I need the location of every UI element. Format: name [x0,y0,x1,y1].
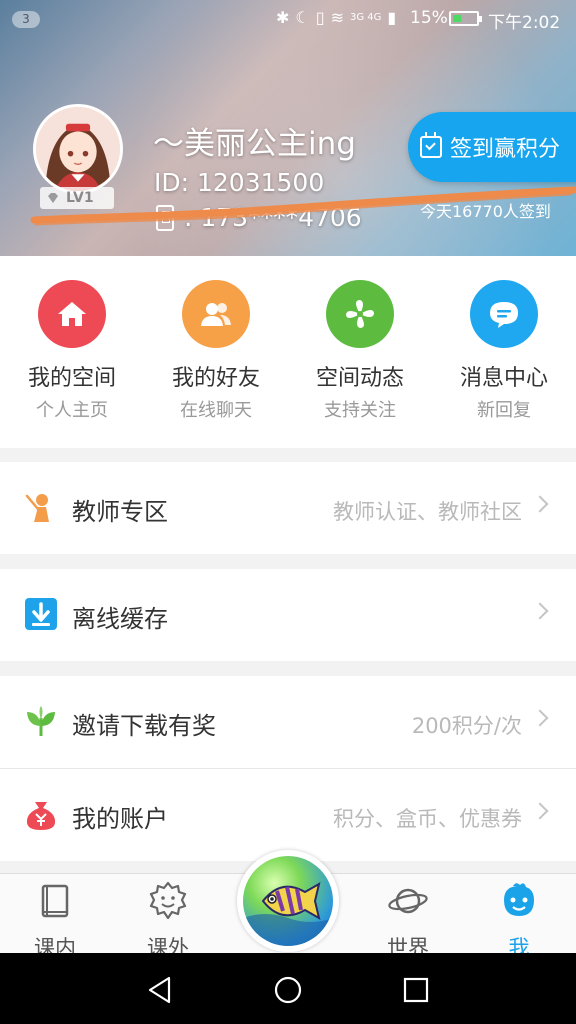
row-label: 邀请下载有奖 [72,712,216,740]
quick-action-title: 消息中心 [459,366,548,391]
phone-number: : 173****4706 [184,203,362,232]
level-badge: LV1 [40,187,114,209]
avatar-image [36,107,120,191]
calendar-check-icon [420,132,442,158]
tab-label: 我 [508,936,530,953]
row-label: 我的账户 [72,805,168,833]
book-icon [41,884,69,918]
notification-count-badge: 3 [12,11,40,28]
signin-count: 今天16770人签到 [420,202,551,221]
money-bag-icon [26,802,56,830]
quick-action-subtitle: 新回复 [477,400,531,421]
battery-icon [449,11,482,26]
row-offline-cache[interactable]: 离线缓存 [0,569,576,661]
status-time: 下午2:02 [488,13,561,33]
fish-globe-icon [243,856,333,946]
quick-action-subtitle: 支持关注 [324,400,396,421]
row-hint: 200积分/次 [411,714,522,738]
phone-icon [156,204,174,231]
signal-icon: ▮ [387,8,397,27]
quick-action-my-space[interactable]: 我的空间 个人主页 [0,280,144,422]
tab-label: 课外 [147,936,189,953]
leaf-sprout-icon [27,706,55,736]
vibrate-icon: ▯ [315,8,325,27]
quick-action-message-center[interactable]: 消息中心 新回复 [432,280,576,422]
tab-in-class[interactable]: 课内 [0,880,110,953]
row-label: 教师专区 [72,498,168,526]
chat-bubble-icon [470,280,538,348]
wifi-icon: ≋ [330,8,344,27]
battery-percent: 15% [410,8,448,28]
home-circle-icon[interactable] [273,975,303,1005]
back-triangle-icon[interactable] [145,975,175,1005]
diamond-icon [48,193,58,203]
friends-icon [182,280,250,348]
chevron-right-icon [531,802,549,820]
chevron-right-icon [531,495,549,513]
home-icon [38,280,106,348]
tab-world[interactable]: 世界 [353,880,463,953]
quick-action-title: 我的好友 [171,366,260,391]
status-bar: 3 ✱ ☾ ▯ ≋ 3G 4G ▮ 15% 下午2:02 [0,0,576,38]
chevron-right-icon [531,602,549,620]
quick-action-subtitle: 个人主页 [36,400,108,421]
fish-icon [243,881,333,946]
quick-action-title: 我的空间 [27,366,116,391]
row-label: 离线缓存 [72,605,168,633]
center-fish-button[interactable] [237,850,339,952]
user-id: ID: 12031500 [154,168,325,197]
row-hint: 教师认证、教师社区 [333,500,522,524]
quick-action-subtitle: 在线聊天 [180,400,252,421]
level-label: LV1 [66,190,94,206]
profile-header: 3 ✱ ☾ ▯ ≋ 3G 4G ▮ 15% 下午2:02 LV1 ～美丽公主in… [0,0,576,256]
row-my-account[interactable]: 我的账户 积分、盒币、优惠券 [0,769,576,861]
pinwheel-icon [326,280,394,348]
status-icons: ✱ ☾ ▯ ≋ 3G 4G ▮ [276,8,396,27]
system-nav-bar [0,953,576,1024]
quick-actions: 我的空间 个人主页 我的好友 在线聊天 空间动态 支持关注 消息中心 新回复 [0,256,576,448]
do-not-disturb-icon: ☾ [295,8,310,27]
quick-action-my-friends[interactable]: 我的好友 在线聊天 [144,280,288,422]
tab-extracurricular[interactable]: 课外 [113,880,223,953]
download-icon [25,598,57,630]
chevron-right-icon [531,709,549,727]
tab-label: 课内 [34,936,76,953]
avatar[interactable] [33,104,123,194]
quick-action-title: 空间动态 [315,366,404,391]
bluetooth-icon: ✱ [276,8,290,27]
me-face-icon [504,883,534,916]
quick-action-space-feed[interactable]: 空间动态 支持关注 [288,280,432,422]
recents-square-icon[interactable] [401,975,431,1005]
row-hint: 积分、盒币、优惠券 [333,807,522,831]
phone-row: : 173****4706 [156,203,362,232]
row-invite-reward[interactable]: 邀请下载有奖 200积分/次 [0,676,576,768]
tab-me[interactable]: 我 [464,880,574,953]
teacher-icon [25,494,49,522]
username: ～美丽公主ing [153,126,356,162]
planet-icon [388,888,428,914]
network-type-label: 3G 4G [349,11,382,23]
smiley-gear-icon [149,881,187,920]
tab-label: 世界 [387,936,429,953]
signin-button-label: 签到赢积分 [450,137,561,162]
signin-button[interactable]: 签到赢积分 [408,112,576,182]
row-teacher-zone[interactable]: 教师专区 教师认证、教师社区 [0,462,576,554]
